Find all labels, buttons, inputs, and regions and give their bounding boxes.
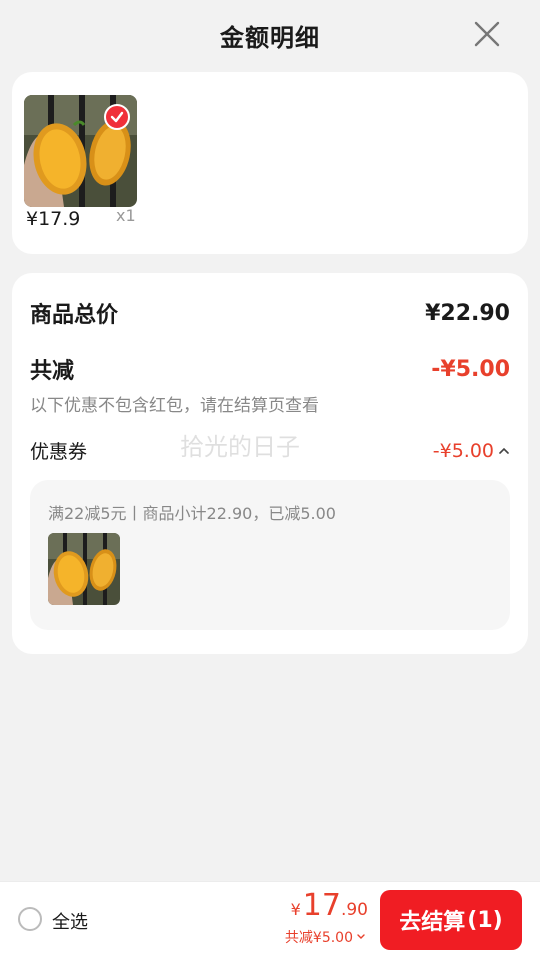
checkout-button[interactable]: 去结算 (1)	[380, 890, 522, 950]
chevron-down-icon	[357, 934, 365, 939]
reduce-label: 共减	[30, 359, 75, 384]
close-button[interactable]	[472, 19, 502, 49]
product-card: ¥17.9 x1	[12, 72, 528, 254]
select-all-radio[interactable]	[18, 907, 42, 931]
goods-total-value: ¥22.90	[425, 300, 510, 326]
coupon-product-image	[48, 533, 120, 605]
coupon-row[interactable]: 优惠券 -¥5.00	[30, 437, 510, 464]
close-icon	[474, 21, 500, 47]
total-currency: ¥	[290, 900, 301, 919]
select-all-label[interactable]: 全选	[52, 908, 88, 934]
amount-summary-card: 商品总价 ¥22.90 共减 -¥5.00 以下优惠不包含红包，请在结算页查看 …	[12, 273, 528, 654]
page-title: 金额明细	[220, 23, 320, 52]
checkout-label: 去结算	[399, 910, 466, 935]
coupon-detail-text: 满22减5元丨商品小计22.90，已减5.00	[48, 504, 336, 523]
total-price: ¥ 17 .90	[291, 888, 368, 923]
product-price: ¥17.9	[26, 208, 81, 230]
checkout-count: (1)	[467, 907, 503, 933]
selected-check-icon[interactable]	[104, 104, 130, 130]
header: 金额明细	[0, 0, 540, 70]
chevron-up-icon	[499, 447, 509, 454]
discount-note: 以下优惠不包含红包，请在结算页查看	[30, 396, 319, 416]
checkout-bar: 全选 ¥ 17 .90 共减¥5.00 去结算 (1)	[0, 881, 540, 957]
total-reduce-toggle[interactable]: 共减¥5.00	[285, 927, 366, 947]
coupon-toggle[interactable]: -¥5.00	[433, 440, 510, 462]
total-reduce-text: 共减¥5.00	[284, 930, 353, 946]
total-decimal: .90	[340, 900, 368, 920]
goods-total-label: 商品总价	[30, 303, 119, 328]
product-quantity: x1	[116, 206, 136, 225]
goods-total-row: 商品总价 ¥22.90	[30, 297, 510, 329]
total-integer: 17	[302, 888, 341, 923]
coupon-value: -¥5.00	[432, 439, 494, 462]
reduce-row: 共减 -¥5.00	[30, 353, 510, 385]
reduce-value: -¥5.00	[431, 356, 510, 382]
coupon-label: 优惠券	[30, 441, 88, 463]
coupon-detail-box: 满22减5元丨商品小计22.90，已减5.00	[30, 480, 510, 630]
